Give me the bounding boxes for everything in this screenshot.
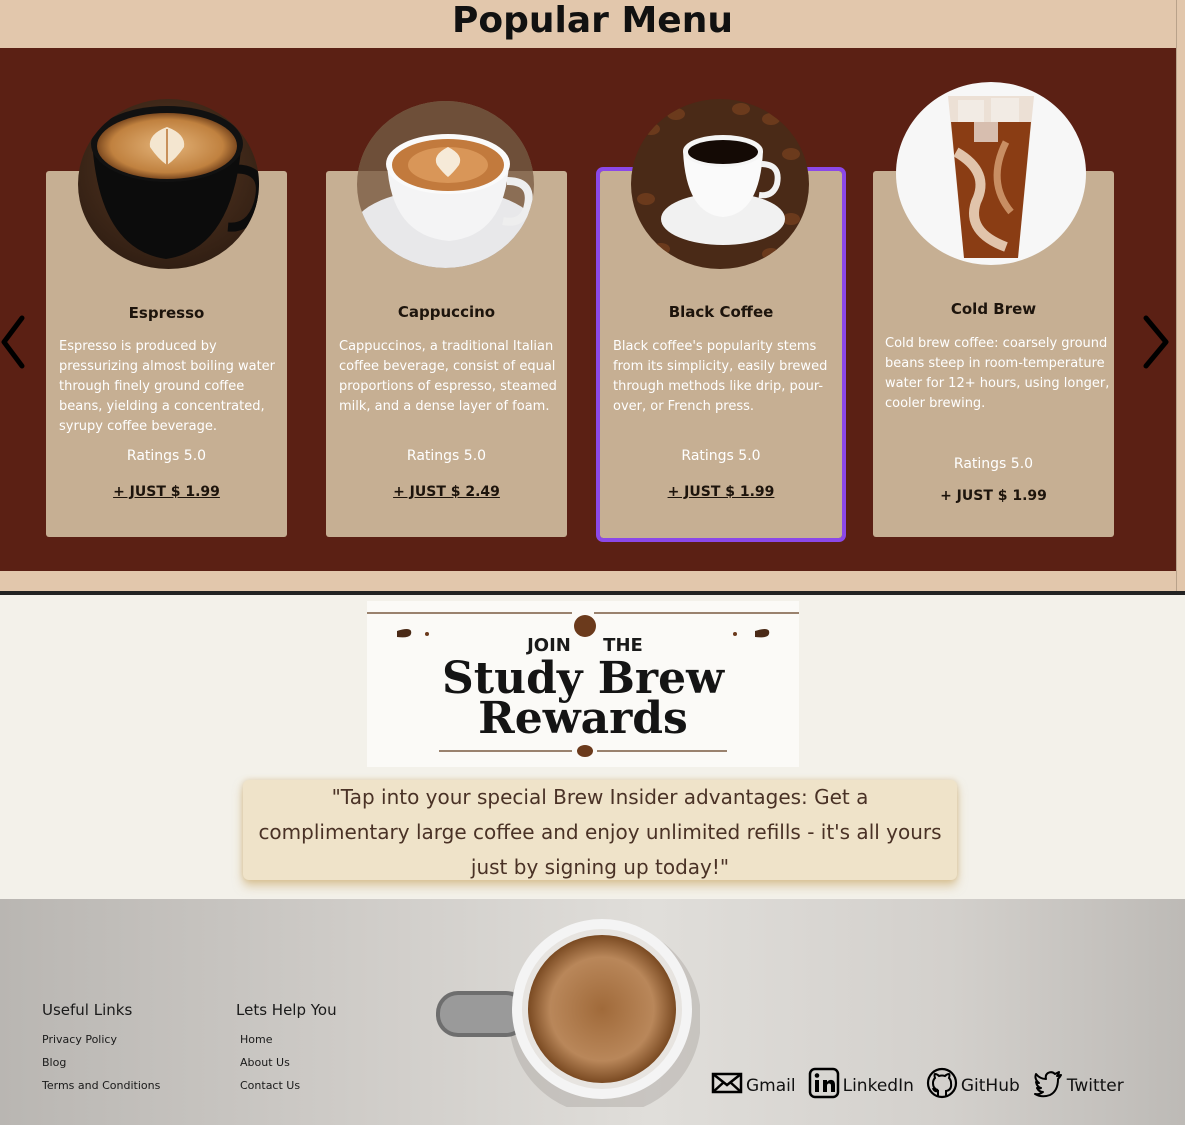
card-description: Cappuccinos, a traditional Italian coffe… xyxy=(339,339,557,414)
card-description: Black coffee's popularity stems from its… xyxy=(613,339,828,414)
card-description: Espresso is produced by pressurizing alm… xyxy=(59,339,276,434)
banner-line2: Rewards xyxy=(478,693,688,744)
card-rating: Ratings 5.0 xyxy=(126,448,207,464)
card-rating: Ratings 5.0 xyxy=(953,456,1034,472)
useful-links-column: Useful Links Privacy Policy Blog Terms a… xyxy=(42,1001,160,1102)
github-label: GitHub xyxy=(960,1075,1020,1096)
cold-brew-image xyxy=(896,82,1086,265)
rewards-section: JOIN THE Study Brew Rewards "Tap into yo… xyxy=(0,591,1185,899)
card-title: Espresso xyxy=(128,304,205,322)
page-title: Popular Menu xyxy=(452,0,733,41)
contact-us-link[interactable]: Contact Us xyxy=(240,1079,337,1093)
card-title: Cappuccino xyxy=(397,303,496,321)
about-us-link[interactable]: About Us xyxy=(240,1056,337,1070)
coffee-cup-image xyxy=(436,919,700,1107)
card-rating: Ratings 5.0 xyxy=(681,448,761,464)
card-price[interactable]: + JUST $ 2.49 xyxy=(326,484,567,500)
help-column: Lets Help You Home About Us Contact Us xyxy=(236,1001,337,1102)
popular-menu-section: Popular Menu Espresso Espresso is produc… xyxy=(0,0,1185,591)
useful-links-heading: Useful Links xyxy=(42,1001,133,1019)
linkedin-icon xyxy=(808,1067,840,1104)
mail-icon xyxy=(711,1067,743,1104)
gmail-link[interactable]: Gmail xyxy=(711,1067,796,1104)
linkedin-link[interactable]: LinkedIn xyxy=(808,1067,914,1104)
terms-link[interactable]: Terms and Conditions xyxy=(42,1079,160,1093)
linkedin-label: LinkedIn xyxy=(842,1075,914,1096)
gmail-label: Gmail xyxy=(746,1075,796,1096)
chevron-left-icon[interactable] xyxy=(0,312,30,372)
blog-link[interactable]: Blog xyxy=(42,1056,160,1070)
privacy-policy-link[interactable]: Privacy Policy xyxy=(42,1033,160,1047)
footer: Useful Links Privacy Policy Blog Terms a… xyxy=(0,899,1185,1125)
rewards-quote: "Tap into your special Brew Insider adva… xyxy=(243,780,957,880)
twitter-label: Twitter xyxy=(1066,1075,1124,1096)
scrollbar[interactable] xyxy=(1176,0,1185,591)
social-links: Gmail LinkedIn GitHub Twitter xyxy=(711,1067,1124,1104)
home-link[interactable]: Home xyxy=(240,1033,337,1047)
espresso-image xyxy=(78,99,259,269)
twitter-link[interactable]: Twitter xyxy=(1032,1067,1124,1104)
card-price[interactable]: + JUST $ 1.99 xyxy=(46,484,287,500)
black-coffee-image xyxy=(631,99,809,269)
card-price[interactable]: + JUST $ 1.99 xyxy=(873,488,1114,504)
cappuccino-image xyxy=(357,101,534,268)
card-title: Cold Brew xyxy=(950,300,1037,318)
card-rating: Ratings 5.0 xyxy=(406,448,487,464)
card-description: Cold brew coffee: coarsely ground beans … xyxy=(885,336,1110,411)
twitter-icon xyxy=(1032,1067,1064,1104)
chevron-right-icon[interactable] xyxy=(1140,312,1170,372)
github-link[interactable]: GitHub xyxy=(926,1067,1020,1104)
card-title: Black Coffee xyxy=(668,303,774,321)
help-heading: Lets Help You xyxy=(236,1001,337,1019)
github-icon xyxy=(926,1067,958,1104)
rewards-banner: JOIN THE Study Brew Rewards xyxy=(367,601,799,767)
card-price[interactable]: + JUST $ 1.99 xyxy=(600,484,842,500)
